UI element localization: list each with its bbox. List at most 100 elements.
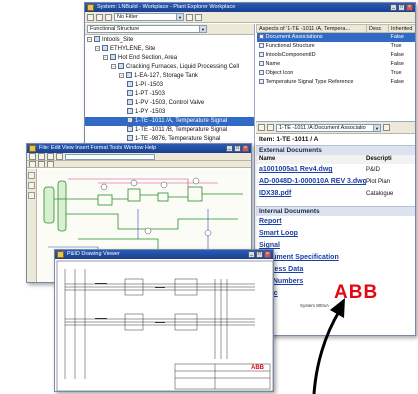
internal-doc-link[interactable]: Document Specification [256, 252, 415, 264]
chevron-down-icon[interactable]: ▼ [176, 14, 183, 20]
save-icon[interactable] [38, 153, 45, 160]
tree-node[interactable]: 1-PV -1503, Control Valve [85, 99, 254, 108]
explorer-titlebar[interactable]: System: LNBuild - Workplace - Plant Expl… [85, 3, 415, 12]
zoom-icon[interactable] [56, 153, 63, 160]
tree-node[interactable]: 1-PI -1503 [85, 81, 254, 90]
aspects-column-inherited[interactable]: Inherited [388, 24, 415, 33]
collapse-icon[interactable]: − [87, 36, 92, 42]
aspect-desc [367, 69, 389, 78]
tree-node[interactable]: 1-TE -1011 /A, Temperature Signal [85, 117, 254, 126]
collapse-icon[interactable]: − [95, 45, 100, 51]
aspect-row[interactable]: Temperature Signal Type Reference False [257, 78, 416, 87]
collapse-icon[interactable]: − [111, 63, 116, 69]
internal-doc-link[interactable]: Report [256, 216, 415, 228]
explorer-toolbar: No Filter ▼ [85, 12, 415, 23]
aspect-inherited: False [388, 32, 415, 42]
drawing-stamp: ABB [251, 365, 265, 371]
preview-toolbar: 1-TE -1011 /A:Document Associatio ▼ [256, 122, 415, 134]
up-icon[interactable] [105, 13, 112, 21]
aspects-column-name[interactable]: Aspects of '1-TE -1011 /A, Tempera... [256, 24, 367, 33]
back-icon[interactable] [87, 13, 94, 21]
open-icon[interactable] [29, 153, 36, 160]
maximize-icon[interactable]: □ [398, 4, 405, 11]
aspect-name: IntoolsComponentID [265, 52, 316, 58]
object-icon [110, 54, 116, 61]
aspect-row[interactable]: Object Icon True [257, 69, 416, 78]
object-icon [127, 126, 133, 133]
tree-node-label: 1-PI -1503 [135, 82, 164, 88]
forward-icon[interactable] [267, 124, 274, 131]
aspects-pane: Aspects of '1-TE -1011 /A, Tempera... De… [256, 24, 416, 120]
chevron-down-icon[interactable]: ▼ [373, 124, 380, 131]
close-icon[interactable]: × [264, 251, 271, 258]
aspect-name: Name [265, 61, 281, 67]
loop-drawing: ABB [56, 260, 273, 391]
close-icon[interactable]: × [406, 4, 413, 11]
tree-node[interactable]: 1-PY -1503 [85, 108, 254, 117]
aspect-inherited: False [390, 52, 404, 58]
minimize-icon[interactable]: _ [226, 145, 233, 152]
aspect-inherited: False [390, 61, 404, 67]
pid-address-bar[interactable] [65, 153, 155, 160]
aspect-row[interactable]: Functional Structure True [257, 42, 416, 51]
select-icon[interactable] [38, 161, 45, 167]
drawing-titlebar[interactable]: P&ID Drawing Viewer _ □ × [55, 250, 273, 259]
internal-doc-link[interactable]: Signal [256, 240, 415, 252]
tool-icon[interactable] [28, 172, 35, 179]
forward-icon[interactable] [96, 13, 103, 21]
refresh-icon[interactable] [186, 13, 193, 21]
maximize-icon[interactable]: □ [256, 251, 263, 258]
tree-node[interactable]: − Cracking Furnaces, Liquid Processing Ce… [85, 63, 254, 72]
tool-icon[interactable] [28, 192, 35, 199]
tool-icon[interactable] [28, 182, 35, 189]
tree-node-label: 1-EA-127, Storage Tank [134, 73, 198, 79]
tree-node-label: ETHYLENE, Site [110, 46, 156, 52]
pointer-arrow [312, 298, 345, 394]
maximize-icon[interactable]: □ [234, 145, 241, 152]
tree-node[interactable]: − 1-EA-127, Storage Tank [85, 72, 254, 81]
object-icon [127, 108, 133, 115]
external-doc-link[interactable]: a1001005a1 Rev4.dwg [256, 164, 366, 176]
external-doc-link[interactable]: IDX38.pdf [256, 188, 366, 200]
internal-doc-link[interactable]: Smart Loop [256, 228, 415, 240]
tree-node[interactable]: − Hot End Section, Area [85, 54, 254, 63]
aspect-icon [258, 52, 264, 58]
aspect-row[interactable]: Name False [257, 60, 416, 69]
back-icon[interactable] [258, 124, 265, 131]
aspects-column-desc[interactable]: Desc [366, 24, 389, 33]
pid-toolbar [27, 153, 251, 161]
aspect-inherited: False [390, 79, 404, 85]
aspect-row[interactable]: Document Associations False [256, 32, 415, 42]
collapse-icon[interactable]: − [119, 72, 124, 78]
aspect-icon [258, 70, 264, 76]
pid-titlebar[interactable]: File: Edit View Insert Format Tools Wind… [27, 144, 251, 153]
layer-icon[interactable] [47, 161, 54, 167]
print-icon[interactable] [47, 153, 54, 160]
object-icon [127, 81, 133, 88]
external-documents-header: External Documents [256, 145, 415, 155]
pan-icon[interactable] [29, 161, 36, 167]
tree-node-label: Intools_Site [102, 37, 134, 43]
tree-node[interactable]: − Intools_Site [85, 36, 254, 45]
settings-icon[interactable] [195, 13, 202, 21]
pid-title: File: Edit View Insert Format Tools Wind… [39, 145, 157, 151]
structure-combo[interactable]: Functional Structure ▼ [87, 25, 207, 33]
minimize-icon[interactable]: _ [390, 4, 397, 11]
minimize-icon[interactable]: _ [248, 251, 255, 258]
collapse-icon[interactable]: − [103, 54, 108, 60]
internal-doc-link[interactable]: Process Data [256, 264, 415, 276]
external-doc-link[interactable]: AD-0048D-1-000010A REV 3.dwg [256, 176, 366, 188]
filter-combo[interactable]: No Filter ▼ [114, 13, 184, 21]
chevron-down-icon[interactable]: ▼ [199, 26, 206, 32]
preview-combo[interactable]: 1-TE -1011 /A:Document Associatio ▼ [276, 123, 381, 132]
external-doc-row: IDX38.pdf Catalogue [256, 188, 415, 200]
pin-icon[interactable] [383, 124, 390, 131]
tree-node[interactable]: 1-TE -1011 /B, Temperature Signal [85, 126, 254, 135]
aspect-row[interactable]: IntoolsComponentID False [257, 51, 416, 60]
preview-combo-value: 1-TE -1011 /A:Document Associatio [279, 124, 366, 131]
ext-column-desc[interactable]: Descripti [366, 155, 392, 164]
tree-node[interactable]: 1-PT -1503 [85, 90, 254, 99]
tree-node[interactable]: − ETHYLENE, Site [85, 45, 254, 54]
ext-column-name[interactable]: Name [256, 155, 366, 164]
close-icon[interactable]: × [242, 145, 249, 152]
